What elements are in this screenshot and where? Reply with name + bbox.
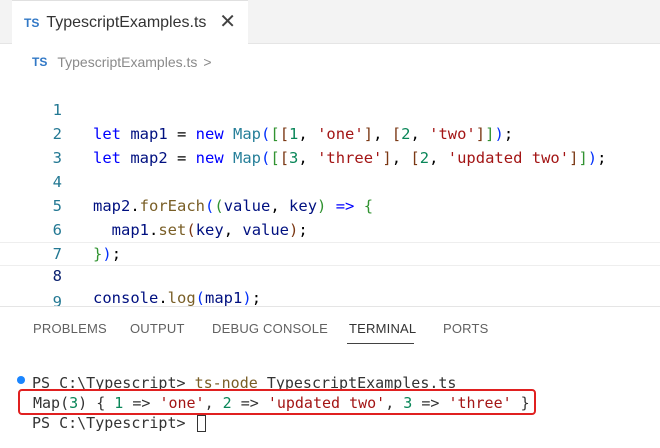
code-line[interactable]: 2 let map2 = new Map([[3, 'three'], [2, … <box>0 98 660 167</box>
tab-ports[interactable]: PORTS <box>443 321 489 336</box>
code-line[interactable]: 6 }); <box>0 194 660 263</box>
terminal-prompt: PS C:\Typescript> <box>32 414 186 432</box>
code-line-current[interactable]: 8 console.log(map1); <box>0 242 660 307</box>
tab-title: TypescriptExamples.ts <box>46 13 207 31</box>
close-icon[interactable]: ✕ <box>219 11 236 33</box>
editor-tab-typescriptexamples[interactable]: TS TypescriptExamples.ts ✕ <box>12 0 248 44</box>
breadcrumb-file[interactable]: TypescriptExamples.ts <box>57 54 197 70</box>
code-line[interactable]: 3 <box>0 122 660 167</box>
breadcrumb[interactable]: TS TypescriptExamples.ts > <box>30 52 212 72</box>
code-line[interactable]: 5 map1.set(key, value); <box>0 170 660 239</box>
code-line[interactable]: 1 let map1 = new Map([[1, 'one'], [2, 't… <box>0 74 660 143</box>
chevron-right-icon: > <box>203 54 212 70</box>
code-line[interactable]: 9 <box>0 266 660 311</box>
code-line[interactable]: 7 <box>0 218 660 263</box>
terminal-line-prompt: PS C:\Typescript> <box>32 413 206 433</box>
code-editor[interactable]: 1 let map1 = new Map([[1, 'one'], [2, 't… <box>0 74 660 311</box>
typescript-file-icon: TS <box>24 15 40 30</box>
command-status-dot[interactable] <box>17 376 25 384</box>
bottom-panel: PROBLEMS OUTPUT DEBUG CONSOLE TERMINAL P… <box>0 306 660 448</box>
tab-terminal[interactable]: TERMINAL <box>349 321 416 336</box>
tab-output[interactable]: OUTPUT <box>130 321 185 336</box>
panel-tab-bar: PROBLEMS OUTPUT DEBUG CONSOLE TERMINAL P… <box>0 307 660 351</box>
editor-tab-bar: TS TypescriptExamples.ts ✕ <box>0 0 660 44</box>
active-tab-underline <box>347 343 414 344</box>
terminal-cursor <box>196 415 206 432</box>
typescript-file-icon: TS <box>32 55 48 69</box>
tab-problems[interactable]: PROBLEMS <box>33 321 107 336</box>
tab-debug-console[interactable]: DEBUG CONSOLE <box>212 321 328 336</box>
active-tab-indicator <box>12 42 248 45</box>
code-line[interactable]: 4 map2.forEach((value, key) => { <box>0 146 660 215</box>
output-highlight-box <box>18 389 536 415</box>
